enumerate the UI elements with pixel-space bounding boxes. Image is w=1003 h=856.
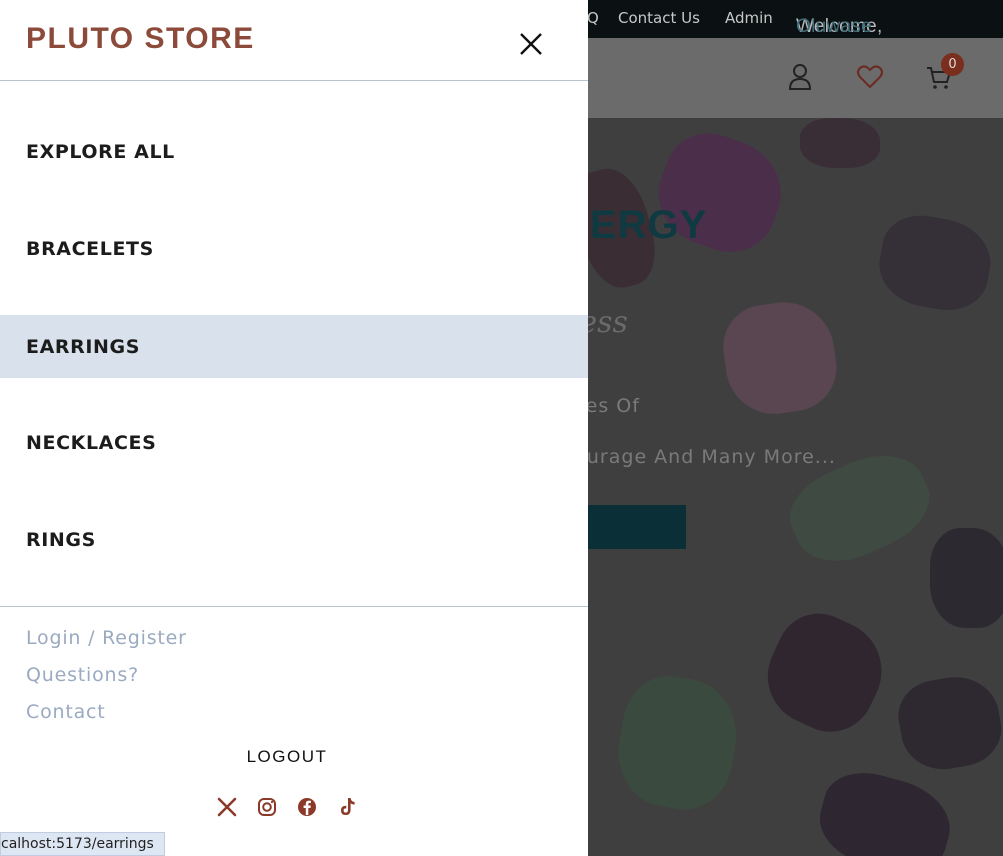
login-register-link[interactable]: Login / Register bbox=[26, 627, 187, 649]
hero-stone bbox=[873, 209, 997, 317]
hero-stone bbox=[810, 762, 960, 856]
logout-button[interactable]: LOGOUT bbox=[0, 747, 574, 767]
user-icon[interactable] bbox=[785, 62, 815, 92]
nav-item-necklaces[interactable]: NECKLACES bbox=[0, 411, 588, 474]
instagram-icon[interactable] bbox=[256, 796, 278, 818]
nav-item-label: EXPLORE ALL bbox=[26, 141, 175, 163]
x-icon[interactable] bbox=[216, 796, 238, 818]
nav-item-earrings[interactable]: EARRINGS bbox=[0, 315, 588, 378]
nav-item-label: RINGS bbox=[26, 529, 96, 551]
hero-stone bbox=[717, 295, 843, 421]
drawer-header: PLUTO STORE bbox=[0, 0, 588, 81]
cart-count-badge: 0 bbox=[941, 53, 964, 76]
tiktok-icon[interactable] bbox=[336, 796, 358, 818]
hero-stone bbox=[751, 599, 899, 747]
hero-stone bbox=[930, 528, 1003, 628]
side-drawer: PLUTO STORE EXPLORE ALL BRACELETS EARRIN… bbox=[0, 0, 588, 856]
close-icon[interactable] bbox=[516, 29, 546, 59]
nav-item-bracelets[interactable]: BRACELETS bbox=[0, 217, 588, 280]
questions-link[interactable]: Questions? bbox=[26, 664, 139, 686]
nav-item-label: BRACELETS bbox=[26, 238, 154, 260]
drawer-divider bbox=[0, 606, 588, 607]
hero-stone bbox=[892, 670, 1003, 776]
nav-item-rings[interactable]: RINGS bbox=[0, 508, 588, 571]
brand-logo[interactable]: PLUTO STORE bbox=[26, 22, 255, 56]
admin-link[interactable]: Admin bbox=[725, 9, 773, 27]
faq-link[interactable]: Q bbox=[587, 9, 599, 27]
nav-item-label: EARRINGS bbox=[26, 336, 140, 358]
hero-stone bbox=[800, 118, 880, 168]
hero-stone bbox=[609, 669, 746, 817]
facebook-icon[interactable] bbox=[296, 796, 318, 818]
user-name: Oluwase bbox=[796, 16, 873, 37]
status-bar-url: calhost:5173/earrings bbox=[0, 832, 165, 856]
contact-link[interactable]: Contact bbox=[26, 701, 106, 723]
nav-item-label: NECKLACES bbox=[26, 432, 157, 454]
hero-tagline-2: Courage And Many More... bbox=[560, 446, 836, 468]
heart-icon[interactable] bbox=[855, 62, 885, 92]
nav-item-explore-all[interactable]: EXPLORE ALL bbox=[0, 120, 588, 183]
contact-us-link[interactable]: Contact Us bbox=[618, 9, 700, 27]
